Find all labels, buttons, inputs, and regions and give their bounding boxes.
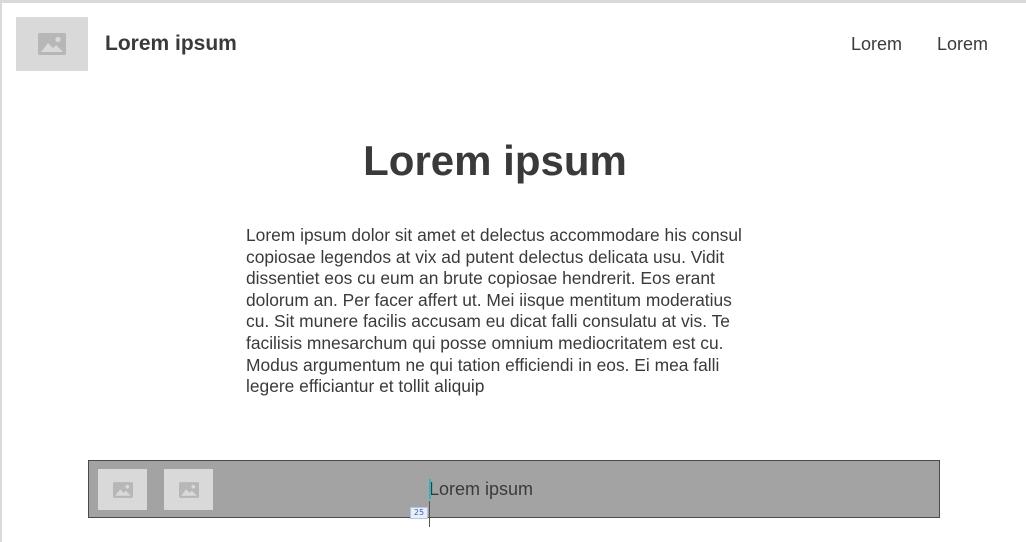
brand-title[interactable]: Lorem ipsum: [105, 32, 237, 56]
text-caret: [429, 479, 431, 499]
footer-text[interactable]: Lorem ipsum: [429, 479, 533, 500]
nav-link-2[interactable]: Lorem: [937, 34, 988, 55]
footer-image-2[interactable]: [164, 469, 213, 510]
hero-title: Lorem ipsum: [363, 137, 627, 184]
logo-placeholder[interactable]: [16, 17, 88, 71]
footer-image-1[interactable]: [98, 469, 147, 510]
measurement-badge: 25: [410, 507, 428, 519]
body-paragraph: Lorem ipsum dolor sit amet et delectus a…: [246, 225, 742, 397]
nav-link-1[interactable]: Lorem: [851, 34, 902, 55]
image-placeholder-icon: [112, 481, 133, 498]
image-placeholder-icon: [178, 481, 199, 498]
image-placeholder-icon: [38, 33, 66, 55]
page-canvas: Lorem ipsum Lorem Lorem Lorem ipsum Lore…: [0, 0, 1026, 542]
footer-bar[interactable]: Lorem ipsum: [88, 460, 940, 518]
alignment-guide: [429, 501, 430, 527]
